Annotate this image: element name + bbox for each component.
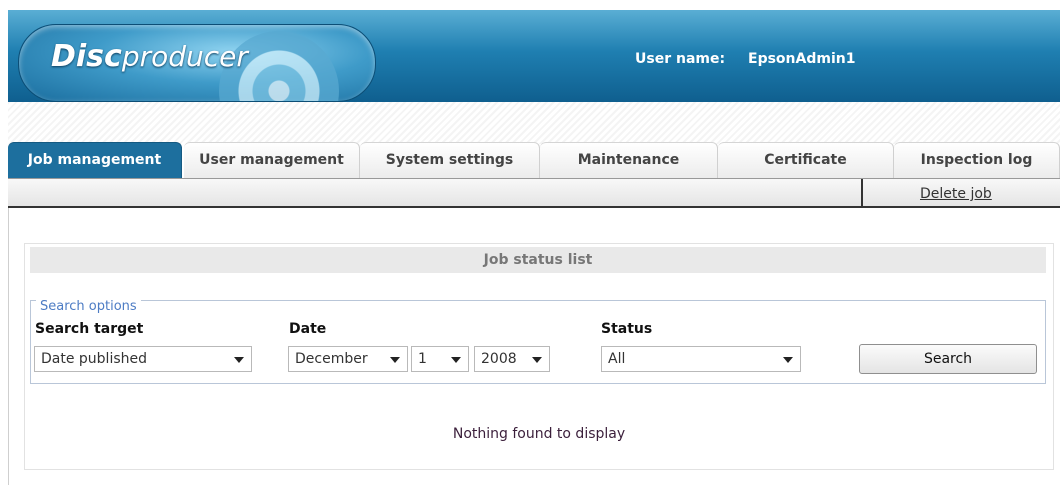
status-select[interactable]: All [601, 346, 801, 372]
dropdown-arrow-icon [451, 357, 461, 363]
tab-user-management[interactable]: User management [184, 142, 360, 178]
tab-system-settings[interactable]: System settings [360, 142, 540, 178]
search-button[interactable]: Search [859, 344, 1037, 374]
dropdown-arrow-icon [390, 357, 400, 363]
header-separator-band [8, 102, 1060, 144]
main-tabs: Job management User management System se… [8, 142, 1060, 178]
user-name-label: User name: [635, 51, 726, 67]
delete-job-link[interactable]: Delete job [920, 186, 992, 202]
tab-maintenance[interactable]: Maintenance [540, 142, 718, 178]
dropdown-arrow-icon [532, 357, 542, 363]
logo-sub-text: producer [121, 40, 248, 73]
day-select[interactable]: 1 [411, 346, 469, 372]
logo-main-text: Disc [51, 39, 122, 74]
user-name-value: EpsonAdmin1 [748, 51, 856, 67]
app-header: Discproducer User name: EpsonAdmin1 [8, 10, 1060, 102]
dropdown-arrow-icon [783, 357, 793, 363]
logo-text: Discproducer [51, 39, 248, 74]
status-value: All [608, 351, 626, 367]
tab-certificate[interactable]: Certificate [718, 142, 894, 178]
tab-job-management[interactable]: Job management [8, 142, 182, 178]
day-value: 1 [418, 351, 427, 367]
toolbar-left-section [8, 179, 863, 207]
month-select[interactable]: December [288, 346, 408, 372]
search-target-label: Search target [35, 321, 144, 337]
content-left-border [8, 208, 9, 485]
search-target-select[interactable]: Date published [34, 346, 252, 372]
panel-title: Job status list [30, 247, 1046, 273]
year-select[interactable]: 2008 [474, 346, 550, 372]
disc-producer-logo: Discproducer [18, 24, 376, 102]
search-options-legend: Search options [36, 299, 141, 314]
year-value: 2008 [481, 351, 517, 367]
search-target-value: Date published [41, 351, 148, 367]
tab-inspection-log[interactable]: Inspection log [894, 142, 1060, 178]
status-label: Status [601, 321, 653, 337]
empty-results-message: Nothing found to display [452, 426, 626, 442]
action-toolbar [8, 178, 1060, 208]
month-value: December [295, 351, 368, 367]
dropdown-arrow-icon [234, 357, 244, 363]
date-label: Date [289, 321, 327, 337]
